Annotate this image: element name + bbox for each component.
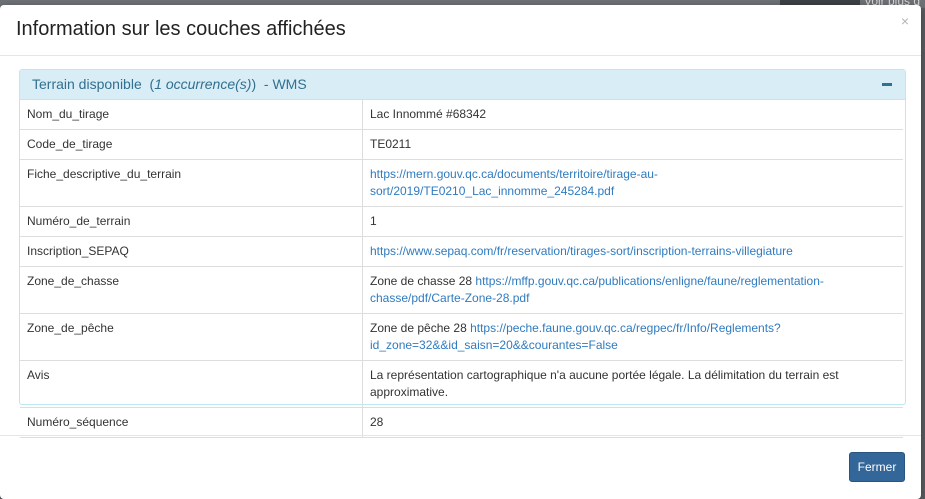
value-text: TE0211	[370, 137, 412, 151]
attribute-value: Zone de chasse 28 https://mffp.gouv.qc.c…	[362, 266, 903, 314]
occurrence-count: 1 occurrence(s)	[154, 76, 252, 92]
layer-panel: Terrain disponible (1 occurrence(s)) - W…	[19, 69, 906, 438]
table-row: Numéro_de_terrain 1	[20, 206, 903, 237]
layer-source: - WMS	[263, 76, 307, 92]
attribute-value: 1	[362, 206, 903, 237]
attributes-table: Nom_du_tirage Lac Innommé #68342 Code_de_t…	[20, 100, 903, 438]
attribute-name: Nom_du_tirage	[20, 100, 363, 130]
attribute-name: Avis	[20, 360, 363, 408]
value-text: Lac Innommé #68342	[370, 107, 487, 121]
table-row: Zone_de_chasse Zone de chasse 28 https://…	[20, 266, 903, 314]
attribute-name: Numéro_de_terrain	[20, 206, 363, 237]
value-text: La représentation cartographique n'a auc…	[370, 368, 839, 399]
attribute-name: Code_de_tirage	[20, 129, 363, 160]
attribute-value: https://www.sepaq.com/fr/reservation/tir…	[362, 236, 903, 267]
close-button[interactable]: Fermer	[849, 452, 905, 482]
attribute-value: https://mern.gouv.qc.ca/documents/territ…	[362, 159, 903, 207]
attribute-name: Inscription_SEPAQ	[20, 236, 363, 267]
value-link[interactable]: https://mern.gouv.qc.ca/documents/territ…	[370, 167, 658, 198]
table-row: Numéro_séquence 28	[20, 407, 903, 438]
attribute-name: Numéro_séquence	[20, 407, 363, 438]
collapse-icon[interactable]	[882, 83, 892, 86]
layer-info-modal: Information sur les couches affichées × …	[0, 5, 921, 499]
table-row: Zone_de_pêche Zone de pêche 28 https://pe…	[20, 313, 903, 361]
table-row: Inscription_SEPAQ https://www.sepaq.com/f…	[20, 236, 903, 267]
attribute-name: Fiche_descriptive_du_terrain	[20, 159, 363, 207]
value-text: 1	[370, 214, 377, 228]
close-icon[interactable]: ×	[901, 13, 909, 29]
attribute-name: Zone_de_pêche	[20, 313, 363, 361]
attribute-value: TE0211	[362, 129, 903, 160]
table-row: Nom_du_tirage Lac Innommé #68342	[20, 100, 903, 130]
attribute-name: Zone_de_chasse	[20, 266, 363, 314]
table-row: Code_de_tirage TE0211	[20, 129, 903, 160]
attribute-value: La représentation cartographique n'a auc…	[362, 360, 903, 408]
value-text: Zone de chasse 28	[370, 274, 473, 288]
close-paren: )	[251, 76, 257, 92]
attribute-value: Lac Innommé #68342	[362, 100, 903, 130]
value-text: 28	[370, 415, 384, 429]
modal-title: Information sur les couches affichées	[16, 18, 346, 40]
panel-heading[interactable]: Terrain disponible (1 occurrence(s)) - W…	[20, 70, 905, 100]
panel-title: Terrain disponible (1 occurrence(s)) - W…	[32, 70, 307, 99]
attribute-value: Zone de pêche 28 https://peche.faune.gou…	[362, 313, 903, 361]
layer-name: Terrain disponible	[32, 76, 142, 92]
value-text: Zone de pêche 28	[370, 321, 467, 335]
table-row: Avis La représentation cartographique n'a…	[20, 360, 903, 408]
value-link[interactable]: https://www.sepaq.com/fr/reservation/tir…	[370, 244, 793, 258]
table-row: Fiche_descriptive_du_terrain https://mern…	[20, 159, 903, 207]
attribute-value: 28	[362, 407, 903, 438]
modal-header: Information sur les couches affichées ×	[0, 5, 921, 56]
modal-footer: Fermer	[0, 435, 921, 499]
